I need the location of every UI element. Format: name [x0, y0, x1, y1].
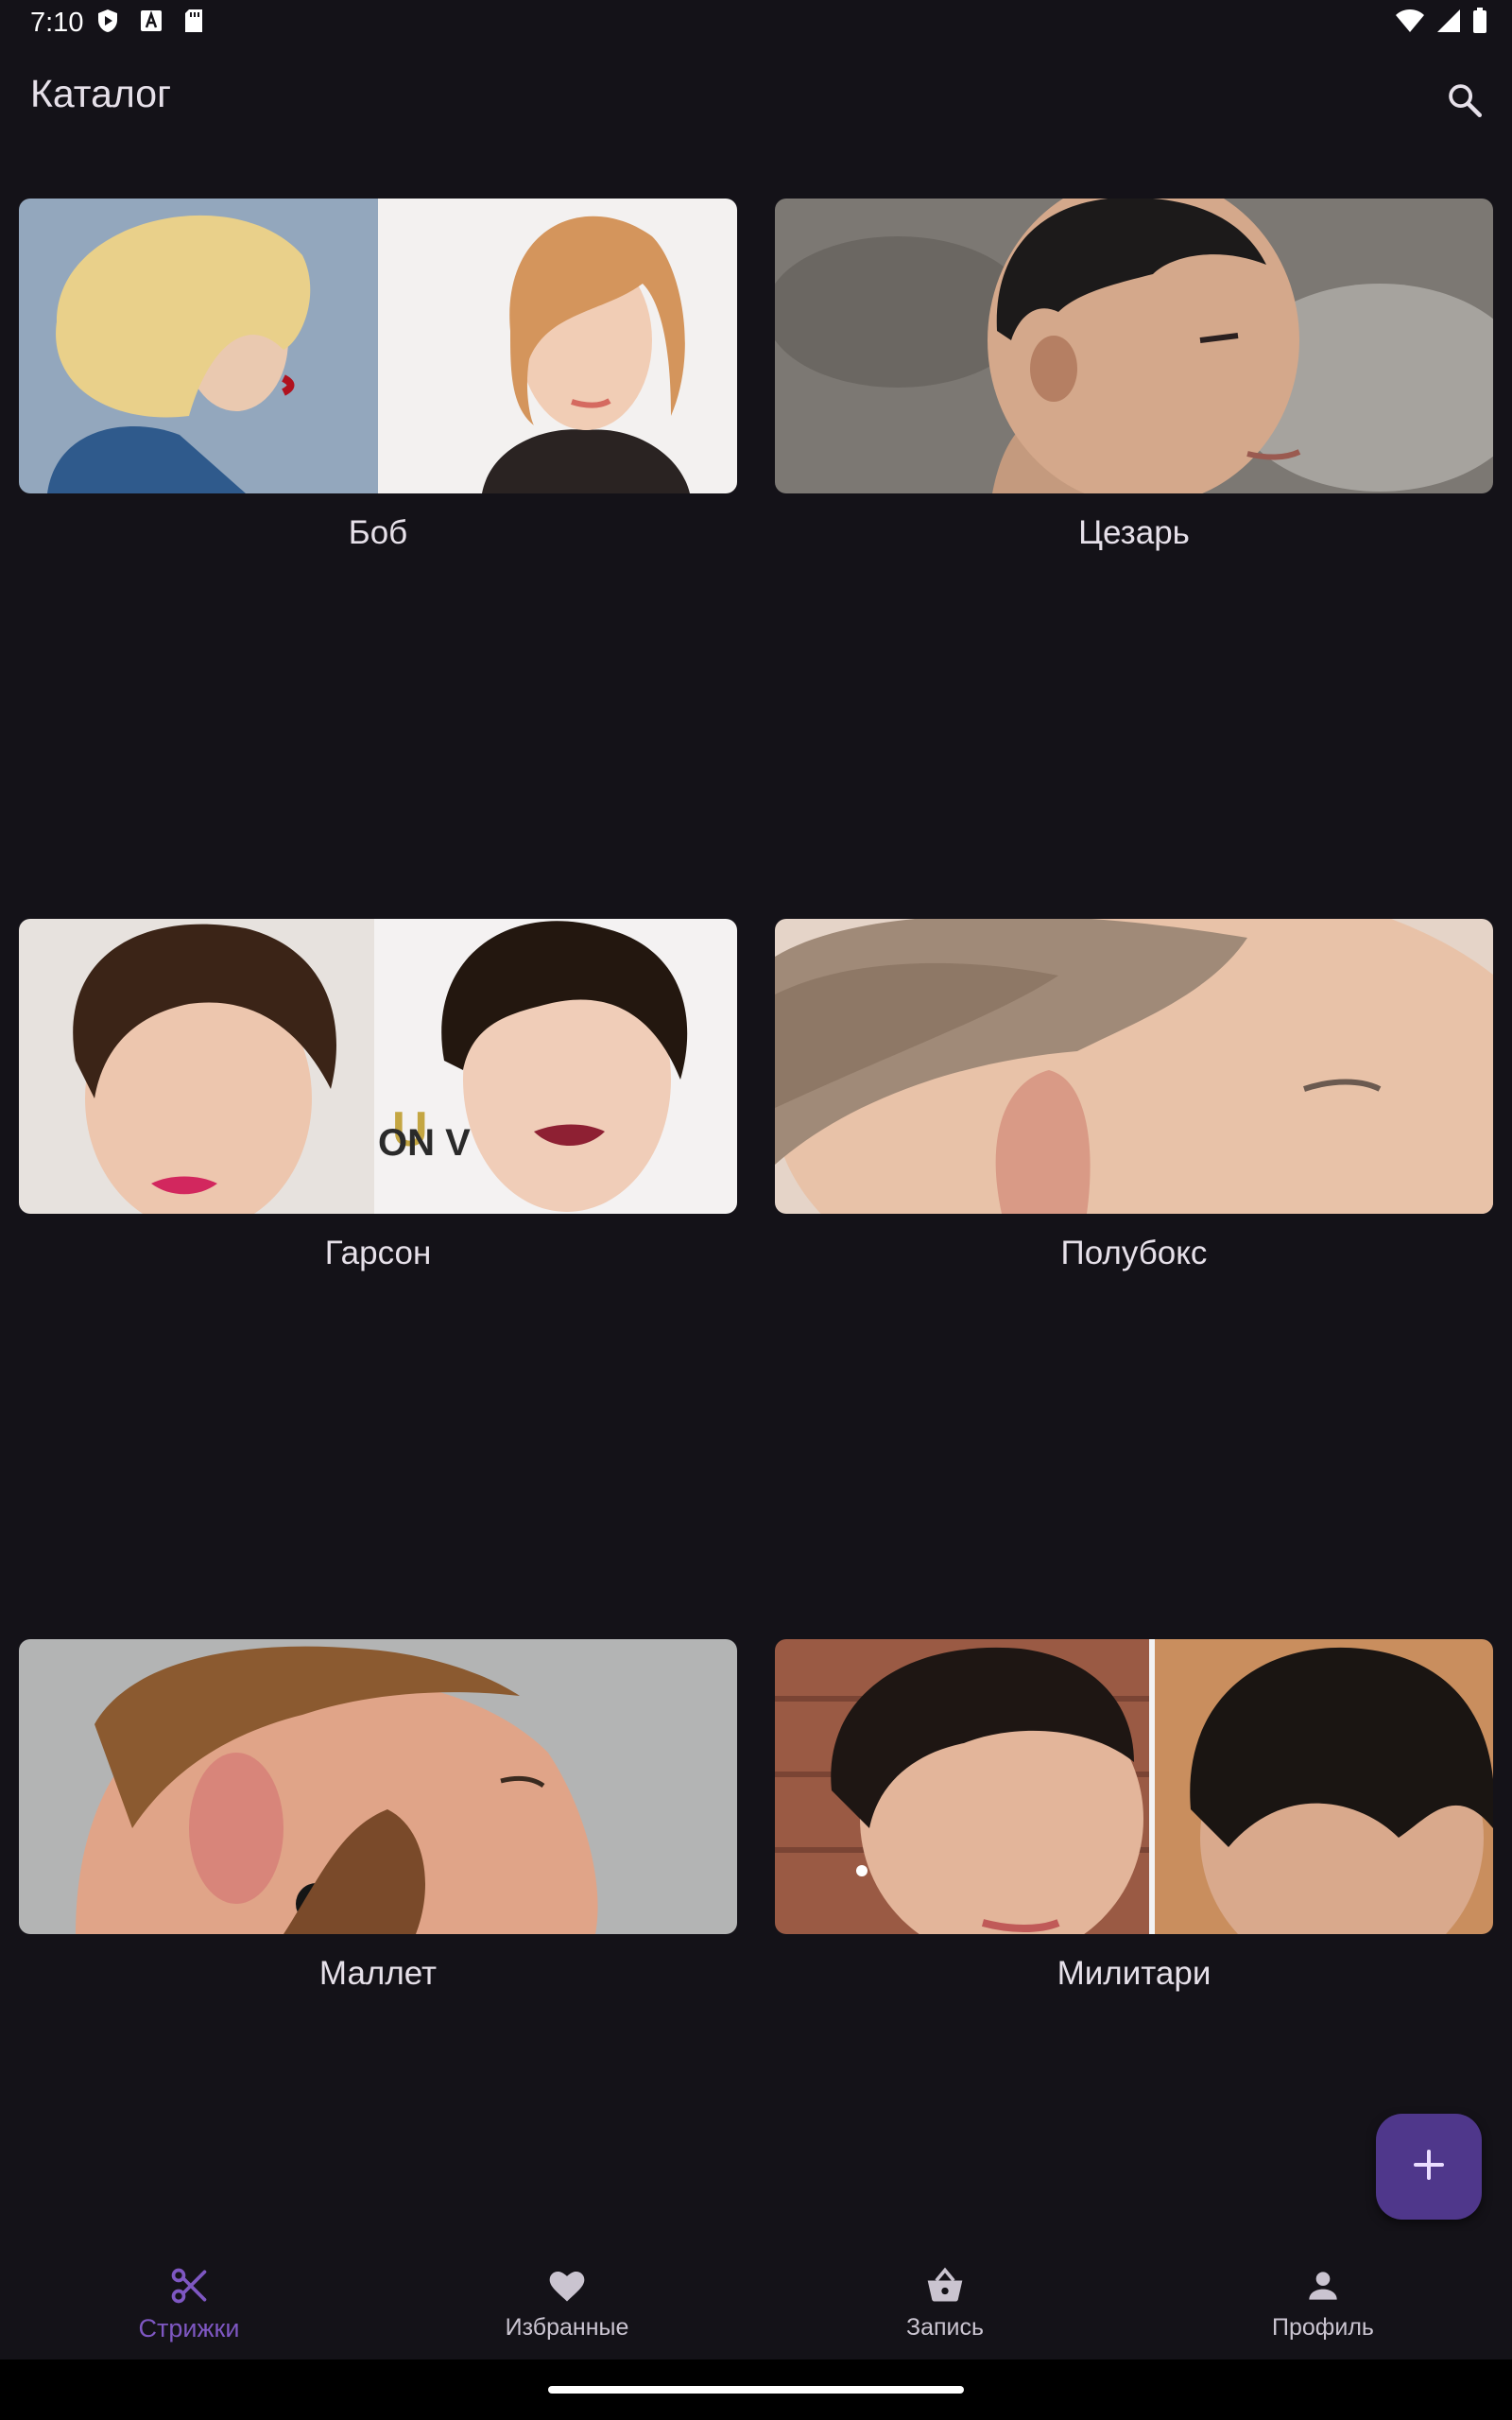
- nav-item-profile[interactable]: Профиль: [1134, 2231, 1512, 2360]
- nav-item-favorites[interactable]: Избранные: [378, 2231, 756, 2360]
- card-title: Полубокс: [1060, 1235, 1208, 1271]
- svg-text:ON V: ON V: [378, 1122, 471, 1164]
- basket-icon: [922, 2263, 968, 2308]
- person-icon: [1300, 2263, 1346, 2308]
- catalog-card[interactable]: Боб: [19, 199, 737, 552]
- haircut-photo: [775, 919, 1493, 1214]
- nav-label: Стрижки: [138, 2314, 240, 2342]
- gesture-handle[interactable]: [548, 2386, 964, 2394]
- card-title: Цезарь: [1078, 514, 1190, 551]
- nav-label: Запись: [905, 2314, 985, 2341]
- card-title: Гарсон: [324, 1235, 432, 1271]
- heart-icon: [544, 2263, 590, 2308]
- haircut-photo: [19, 199, 737, 493]
- nav-label: Профиль: [1272, 2314, 1374, 2341]
- system-navigation-area: [0, 2360, 1512, 2420]
- nav-label: Избранные: [505, 2314, 629, 2341]
- catalog-card[interactable]: Маллет: [19, 1639, 737, 1993]
- haircut-photo: [775, 199, 1493, 493]
- haircut-photo: U ON V: [19, 919, 737, 1214]
- catalog-card[interactable]: Милитари: [775, 1639, 1493, 1993]
- scissors-icon: [166, 2263, 212, 2308]
- card-title: Милитари: [1057, 1955, 1211, 1992]
- card-title: Боб: [348, 514, 408, 551]
- haircut-photo: [19, 1639, 737, 1934]
- nav-item-haircuts[interactable]: Стрижки: [0, 2231, 378, 2360]
- catalog-card[interactable]: U ON V Гарсон: [19, 919, 737, 1272]
- catalog-card[interactable]: Полубокс: [775, 919, 1493, 1272]
- catalog-card[interactable]: Цезарь: [775, 199, 1493, 552]
- haircut-photo: [775, 1639, 1493, 1934]
- catalog-grid: Боб Цезарь U ON V Гарсон Полубокс Маллет…: [0, 0, 1512, 2420]
- bottom-navigation: Стрижки Избранные Запись Профиль: [0, 2231, 1512, 2360]
- plus-icon: [1410, 2146, 1448, 2188]
- card-title: Маллет: [318, 1955, 438, 1992]
- nav-item-booking[interactable]: Запись: [756, 2231, 1134, 2360]
- add-button[interactable]: [1376, 2114, 1482, 2220]
